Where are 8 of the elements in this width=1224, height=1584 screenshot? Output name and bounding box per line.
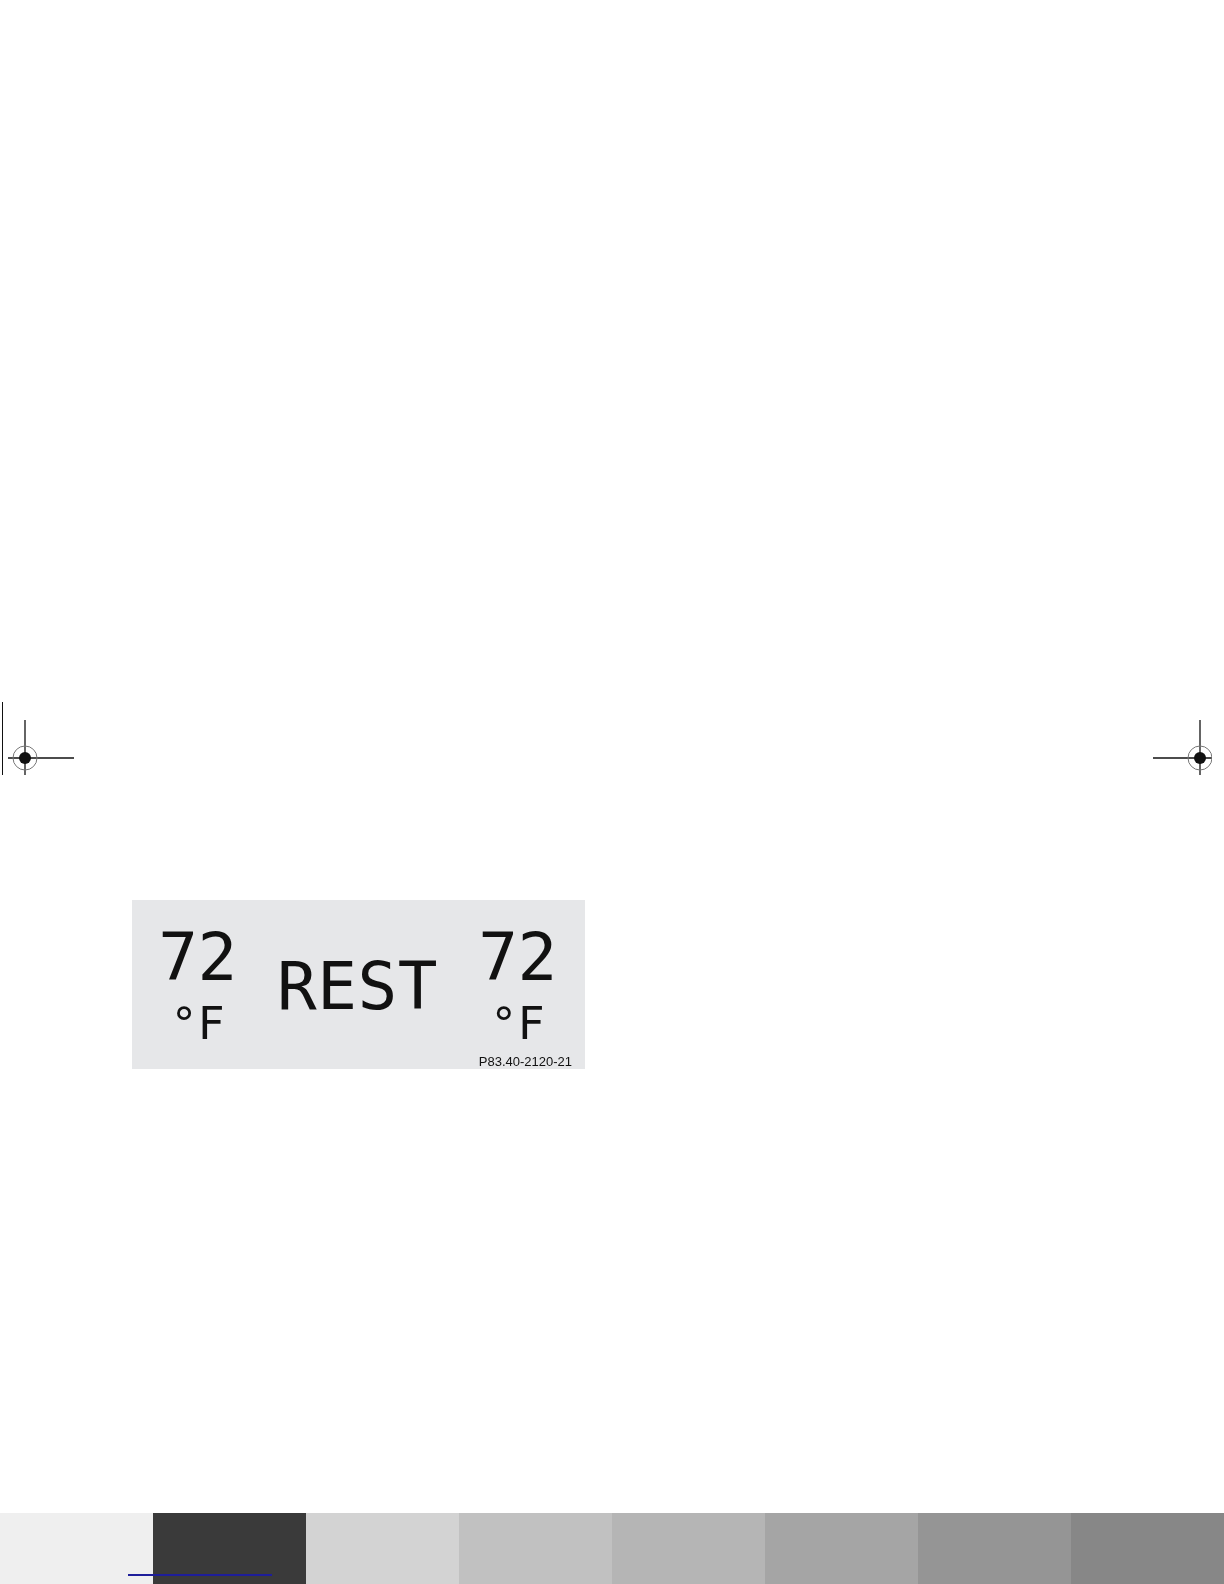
temperature-unit: °F (170, 1001, 225, 1046)
temperature-reading: 72 (158, 925, 237, 991)
registration-mark-icon (1153, 720, 1212, 775)
figure-code: P83.40-2120-21 (478, 1054, 572, 1069)
registration-mark-icon (8, 720, 74, 775)
temperature-unit: °F (490, 1001, 545, 1046)
mode-label: REST (277, 954, 438, 1020)
temperature-reading: 72 (478, 925, 557, 991)
